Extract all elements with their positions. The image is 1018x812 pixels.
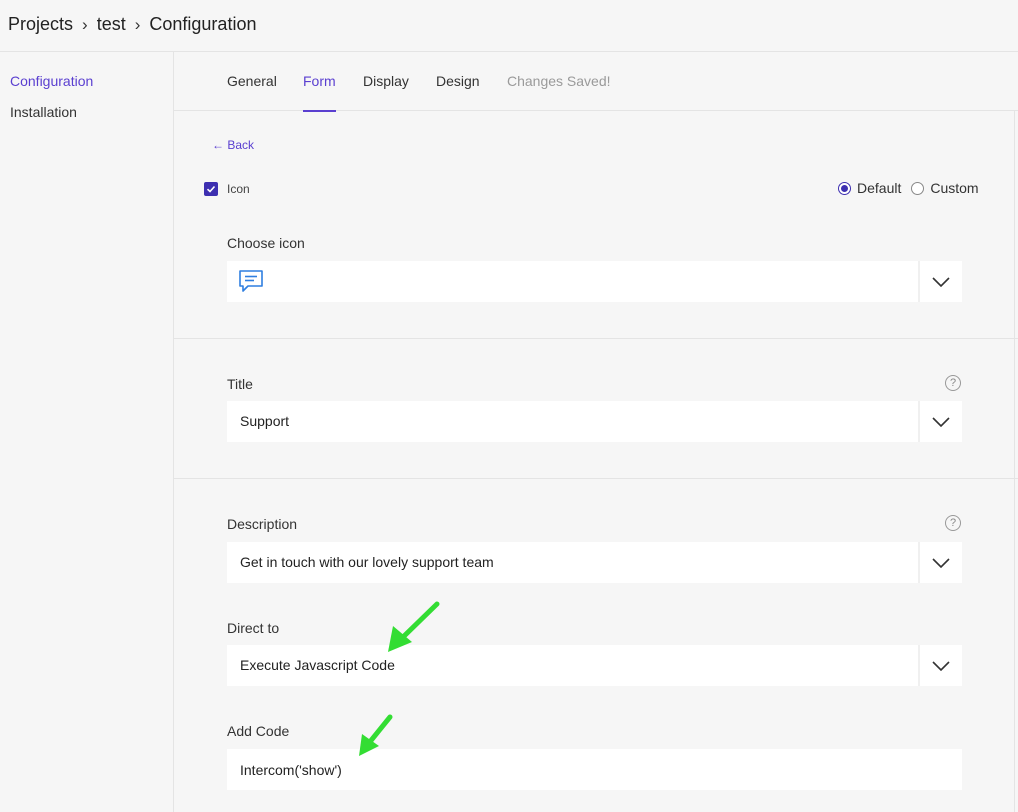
changes-saved-status: Changes Saved! (507, 73, 611, 89)
icon-mode-radio-group: Default Custom (838, 180, 979, 196)
chat-bubble-icon (239, 270, 263, 292)
description-label: Description (227, 516, 298, 532)
breadcrumb: Projects › test › Configuration (8, 14, 256, 35)
chevron-right-icon: › (134, 14, 141, 34)
chevron-down-icon[interactable] (918, 645, 962, 686)
tab-form[interactable]: Form (303, 52, 336, 112)
tab-display[interactable]: Display (363, 52, 409, 111)
breadcrumb-configuration: Configuration (149, 14, 257, 34)
chevron-right-icon: › (82, 14, 88, 34)
title-select[interactable]: Support (227, 401, 962, 442)
annotation-arrow-icon (388, 601, 440, 652)
top-bar: Projects › test › Configuration (0, 0, 1018, 52)
direct-to-select[interactable]: Execute Javascript Code (227, 645, 962, 686)
radio-default[interactable]: Default (838, 180, 901, 196)
breadcrumb-projects[interactable]: Projects (8, 14, 73, 35)
choose-icon-select[interactable] (227, 261, 962, 302)
radio-default-label: Default (857, 180, 902, 196)
choose-icon-label: Choose icon (227, 235, 305, 251)
add-code-input[interactable] (227, 749, 962, 790)
section-divider (174, 478, 1018, 479)
checkmark-icon (206, 185, 216, 193)
direct-to-value: Execute Javascript Code (240, 657, 395, 673)
title-value: Support (240, 413, 290, 429)
section-divider (174, 338, 1018, 339)
tab-general[interactable]: General (227, 52, 277, 111)
description-select[interactable]: Get in touch with our lovely support tea… (227, 542, 962, 583)
help-icon[interactable]: ? (945, 375, 961, 391)
tab-bar: General Form Display Design Changes Save… (174, 52, 1018, 112)
tab-design[interactable]: Design (436, 52, 480, 111)
icon-checkbox-label: Icon (227, 182, 250, 196)
radio-custom-label: Custom (930, 180, 979, 196)
help-icon[interactable]: ? (945, 515, 961, 531)
add-code-label: Add Code (227, 723, 290, 739)
chevron-down-icon[interactable] (918, 261, 962, 302)
chevron-down-icon[interactable] (918, 542, 962, 583)
radio-dot (838, 181, 851, 195)
annotation-arrow-icon (359, 714, 393, 756)
back-link[interactable]: ← Back (212, 138, 254, 152)
title-label: Title (227, 376, 253, 392)
sidebar: Configuration Installation (0, 52, 174, 812)
description-value: Get in touch with our lovely support tea… (240, 554, 494, 570)
breadcrumb-test[interactable]: test (97, 14, 126, 35)
radio-dot (911, 181, 925, 195)
direct-to-label: Direct to (227, 620, 280, 636)
content-right-border (1014, 111, 1015, 812)
radio-custom[interactable]: Custom (911, 180, 979, 196)
icon-checkbox[interactable] (204, 182, 218, 196)
sidebar-item-configuration[interactable]: Configuration (10, 73, 93, 89)
sidebar-item-installation[interactable]: Installation (10, 104, 77, 120)
chevron-down-icon[interactable] (918, 401, 962, 442)
